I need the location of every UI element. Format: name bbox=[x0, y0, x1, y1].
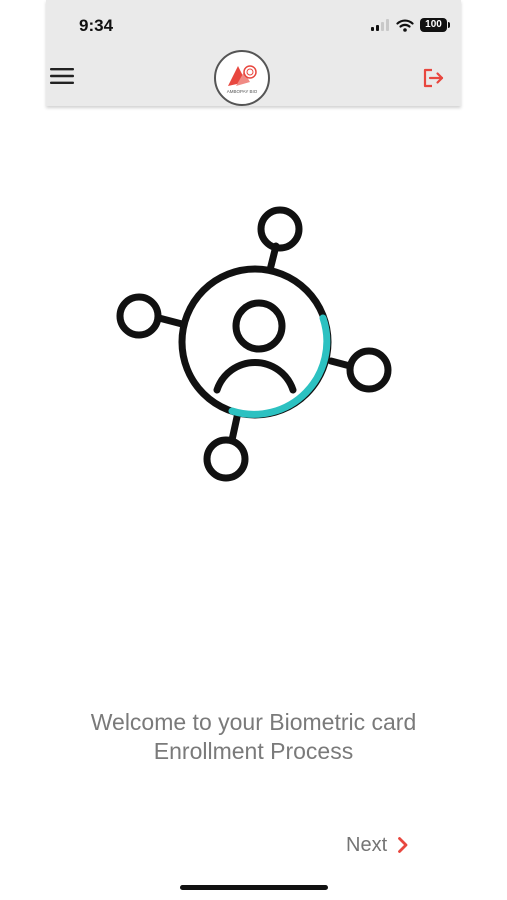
wifi-icon bbox=[396, 18, 414, 32]
home-indicator[interactable] bbox=[180, 885, 328, 890]
logout-icon[interactable] bbox=[421, 66, 445, 90]
welcome-line-2: Enrollment Process bbox=[153, 738, 354, 764]
menu-icon[interactable] bbox=[50, 66, 74, 86]
chevron-right-icon bbox=[398, 837, 408, 853]
phone-screen: 9:34 100 AMBOPAY BIO Welcome to your Bio… bbox=[0, 0, 507, 900]
next-button[interactable]: Next bbox=[346, 832, 409, 858]
biometric-network-icon bbox=[116, 206, 392, 482]
signal-icon bbox=[371, 19, 389, 31]
app-logo: AMBOPAY BIO bbox=[214, 50, 270, 106]
logo-emblem: AMBOPAY BIO bbox=[227, 65, 258, 94]
status-time: 9:34 bbox=[79, 16, 114, 35]
logo-text: AMBOPAY BIO bbox=[227, 89, 258, 94]
welcome-message: Welcome to your Biometric card Enrollmen… bbox=[40, 708, 467, 766]
welcome-line-1: Welcome to your Biometric card bbox=[90, 709, 417, 735]
app-header: 9:34 100 AMBOPAY BIO bbox=[46, 0, 461, 106]
next-button-label: Next bbox=[346, 833, 388, 856]
status-icons: 100 bbox=[370, 17, 450, 33]
battery-icon: 100 bbox=[420, 18, 450, 32]
